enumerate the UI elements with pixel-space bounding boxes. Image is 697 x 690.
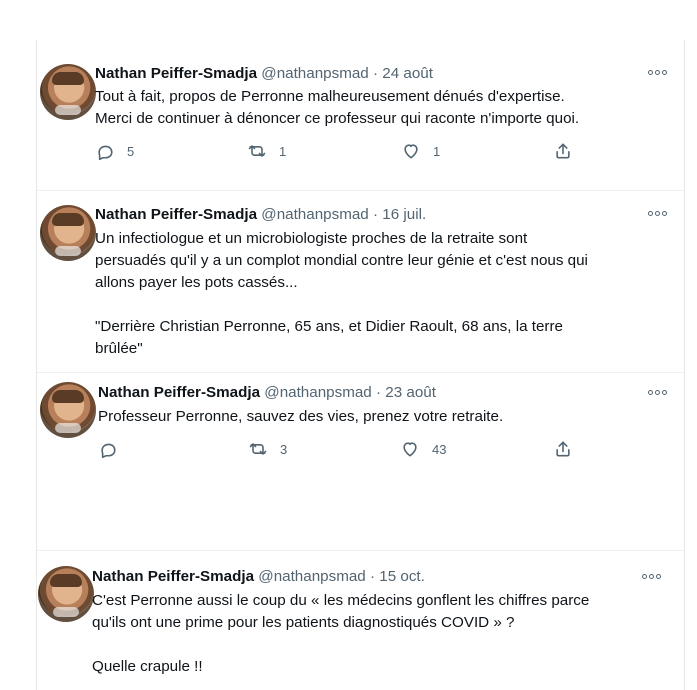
like-count: 1: [433, 143, 441, 159]
author-handle[interactable]: @nathanpsmad: [264, 384, 371, 401]
share-button[interactable]: [553, 140, 573, 162]
separator: ·: [372, 206, 379, 223]
retweet-icon: [249, 443, 267, 455]
retweet-button[interactable]: 1: [247, 140, 286, 162]
more-icon[interactable]: [647, 388, 667, 396]
tweet-actions: 3 43: [98, 438, 598, 460]
share-icon: [556, 441, 570, 457]
reply-button[interactable]: [98, 438, 130, 460]
frame-border-left: [36, 40, 37, 690]
share-button[interactable]: [553, 438, 573, 460]
tweet-header: Nathan Peiffer-Smadja @nathanpsmad · 16 …: [95, 206, 426, 223]
author-handle[interactable]: @nathanpsmad: [261, 65, 368, 82]
tweet-header: Nathan Peiffer-Smadja @nathanpsmad · 15 …: [92, 568, 425, 585]
separator: ·: [369, 568, 376, 585]
share-icon: [556, 143, 570, 159]
like-count: 43: [432, 441, 447, 457]
author-handle[interactable]: @nathanpsmad: [261, 206, 368, 223]
reply-button[interactable]: 5: [95, 140, 134, 162]
tweet-divider: [37, 550, 684, 551]
like-button[interactable]: 1: [401, 140, 440, 162]
author-handle[interactable]: @nathanpsmad: [258, 568, 365, 585]
avatar[interactable]: [40, 382, 96, 438]
author-name[interactable]: Nathan Peiffer-Smadja: [95, 206, 257, 223]
tweet-actions: 5 1 1: [95, 140, 595, 162]
author-name[interactable]: Nathan Peiffer-Smadja: [98, 384, 260, 401]
avatar[interactable]: [40, 205, 96, 261]
tweet-date[interactable]: 15 oct.: [379, 568, 425, 585]
retweet-count: 3: [280, 441, 288, 457]
reply-count: 5: [127, 143, 135, 159]
tweet-text: Professeur Perronne, sauvez des vies, pr…: [98, 408, 504, 425]
reply-icon: [98, 145, 113, 161]
tweet-divider: [37, 372, 684, 373]
author-name[interactable]: Nathan Peiffer-Smadja: [95, 65, 257, 82]
more-icon[interactable]: [647, 209, 667, 217]
tweet-divider: [37, 190, 684, 191]
more-icon[interactable]: [647, 68, 667, 76]
retweet-count: 1: [279, 143, 287, 159]
separator: ·: [372, 65, 379, 82]
heart-icon: [404, 144, 418, 159]
retweet-icon: [248, 145, 266, 157]
tweet-date[interactable]: 23 août: [385, 384, 436, 401]
reply-icon: [101, 443, 116, 459]
avatar[interactable]: [40, 64, 96, 120]
author-name[interactable]: Nathan Peiffer-Smadja: [92, 568, 254, 585]
tweet-date[interactable]: 16 juil.: [382, 206, 426, 223]
frame-border-right: [684, 40, 685, 690]
tweet-text: Tout à fait, propos de Perronne malheure…: [95, 88, 580, 127]
tweet-date[interactable]: 24 août: [382, 65, 433, 82]
tweet-text: Un infectiologue et un microbiologiste p…: [95, 230, 588, 357]
tweet-header: Nathan Peiffer-Smadja @nathanpsmad · 24 …: [95, 65, 433, 82]
like-button[interactable]: 43: [400, 438, 446, 460]
separator: ·: [375, 384, 382, 401]
heart-icon: [403, 442, 417, 457]
tweet-text: C'est Perronne aussi le coup du « les mé…: [92, 592, 590, 675]
tweet-header: Nathan Peiffer-Smadja @nathanpsmad · 23 …: [98, 384, 436, 401]
avatar[interactable]: [38, 566, 94, 622]
retweet-button[interactable]: 3: [248, 438, 287, 460]
more-icon[interactable]: [641, 572, 661, 580]
